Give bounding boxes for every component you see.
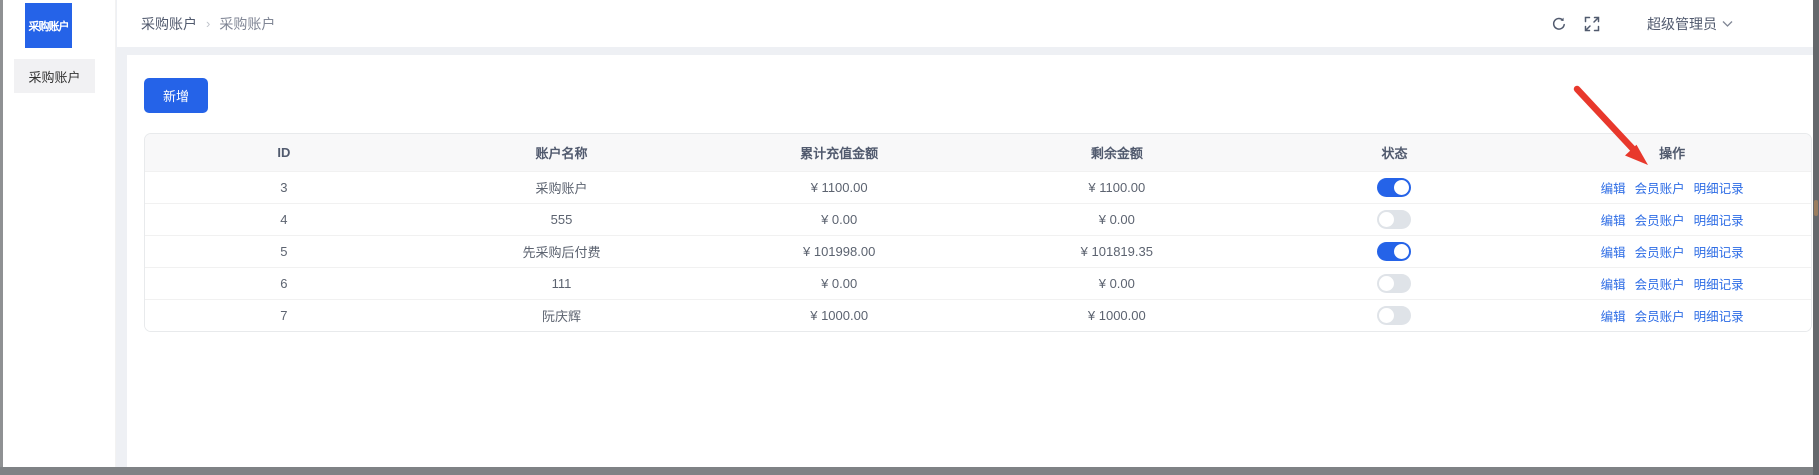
breadcrumb: 采购账户 › 采购账户 (141, 14, 275, 34)
column-header-2: 账户名称 (423, 143, 701, 162)
cell-actions: 编辑会员账户明细记录 (1533, 306, 1811, 325)
cell-status (1256, 242, 1534, 261)
cell-recharge-amount: ¥ 101998.00 (700, 244, 978, 259)
sidebar-item-label: 采购账户 (28, 67, 80, 86)
table-row: 6111¥ 0.00¥ 0.00编辑会员账户明细记录 (145, 267, 1811, 299)
cell-balance-amount: ¥ 0.00 (978, 212, 1256, 227)
app-logo: 采购账户 (25, 3, 72, 48)
cell-balance-amount: ¥ 1100.00 (978, 180, 1256, 195)
member-account-link[interactable]: 会员账户 (1635, 242, 1685, 261)
edit-link[interactable]: 编辑 (1601, 274, 1626, 293)
table-header-row: ID账户名称累计充值金额剩余金额状态操作 (145, 134, 1811, 171)
column-header-1: ID (145, 145, 423, 160)
cell-account-name: 阮庆辉 (423, 306, 701, 325)
app-window: 采购账户 采购账户 采购账户 › 采购账户 超级管理员 (3, 0, 1813, 467)
column-header-6: 操作 (1533, 143, 1811, 162)
cell-status (1256, 178, 1534, 197)
cell-status (1256, 274, 1534, 293)
window-scrollbar[interactable] (1813, 0, 1819, 475)
table-row: 4555¥ 0.00¥ 0.00编辑会员账户明细记录 (145, 203, 1811, 235)
toggle-knob (1394, 244, 1409, 259)
cell-balance-amount: ¥ 101819.35 (978, 244, 1256, 259)
topbar: 采购账户 › 采购账户 超级管理员 (117, 0, 1813, 47)
detail-records-link[interactable]: 明细记录 (1694, 210, 1744, 229)
status-toggle[interactable] (1377, 242, 1411, 261)
main-content: 新增 ID账户名称累计充值金额剩余金额状态操作 3采购账户¥ 1100.00¥ … (127, 55, 1813, 467)
edit-link[interactable]: 编辑 (1601, 210, 1626, 229)
user-menu[interactable]: 超级管理员 (1616, 11, 1733, 37)
accounts-table: ID账户名称累计充值金额剩余金额状态操作 3采购账户¥ 1100.00¥ 110… (144, 133, 1812, 332)
table-row: 7阮庆辉¥ 1000.00¥ 1000.00编辑会员账户明细记录 (145, 299, 1811, 331)
cell-balance-amount: ¥ 1000.00 (978, 308, 1256, 323)
cell-recharge-amount: ¥ 1000.00 (700, 308, 978, 323)
status-toggle[interactable] (1377, 274, 1411, 293)
cell-account-name: 先采购后付费 (423, 242, 701, 261)
cell-actions: 编辑会员账户明细记录 (1533, 242, 1811, 261)
window-frame-bottom (0, 467, 1813, 475)
cell-recharge-amount: ¥ 1100.00 (700, 180, 978, 195)
detail-records-link[interactable]: 明细记录 (1694, 306, 1744, 325)
column-header-5: 状态 (1256, 143, 1534, 162)
cell-status (1256, 306, 1534, 325)
user-name: 超级管理员 (1647, 14, 1717, 34)
window-frame-left (0, 0, 3, 467)
table-row: 3采购账户¥ 1100.00¥ 1100.00编辑会员账户明细记录 (145, 171, 1811, 203)
avatar[interactable] (1616, 11, 1642, 37)
toggle-knob (1379, 276, 1394, 291)
topbar-right: 超级管理员 (1550, 11, 1733, 37)
column-header-3: 累计充值金额 (700, 143, 978, 162)
breadcrumb-separator-icon: › (206, 16, 210, 31)
edit-link[interactable]: 编辑 (1601, 306, 1626, 325)
fullscreen-icon[interactable] (1583, 15, 1601, 33)
cell-balance-amount: ¥ 0.00 (978, 276, 1256, 291)
cell-recharge-amount: ¥ 0.00 (700, 212, 978, 227)
breadcrumb-item-2: 采购账户 (219, 14, 275, 34)
refresh-icon[interactable] (1550, 15, 1568, 33)
cell-actions: 编辑会员账户明细记录 (1533, 178, 1811, 197)
cell-status (1256, 210, 1534, 229)
sidebar: 采购账户 采购账户 (3, 0, 116, 467)
table-body: 3采购账户¥ 1100.00¥ 1100.00编辑会员账户明细记录4555¥ 0… (145, 171, 1811, 331)
cell-id: 3 (145, 180, 423, 195)
cell-id: 6 (145, 276, 423, 291)
cell-id: 7 (145, 308, 423, 323)
column-header-4: 剩余金额 (978, 143, 1256, 162)
cell-account-name: 采购账户 (423, 178, 701, 197)
cell-id: 4 (145, 212, 423, 227)
cell-account-name: 111 (423, 276, 701, 291)
cell-actions: 编辑会员账户明细记录 (1533, 274, 1811, 293)
detail-records-link[interactable]: 明细记录 (1694, 242, 1744, 261)
member-account-link[interactable]: 会员账户 (1635, 210, 1685, 229)
cell-id: 5 (145, 244, 423, 259)
toggle-knob (1379, 212, 1394, 227)
status-toggle[interactable] (1377, 306, 1411, 325)
member-account-link[interactable]: 会员账户 (1635, 178, 1685, 197)
chevron-down-icon (1722, 20, 1733, 28)
detail-records-link[interactable]: 明细记录 (1694, 274, 1744, 293)
toggle-knob (1394, 180, 1409, 195)
edit-link[interactable]: 编辑 (1601, 178, 1626, 197)
member-account-link[interactable]: 会员账户 (1635, 306, 1685, 325)
cell-recharge-amount: ¥ 0.00 (700, 276, 978, 291)
scrollbar-thumb[interactable] (1814, 200, 1818, 216)
toggle-knob (1379, 308, 1394, 323)
status-toggle[interactable] (1377, 178, 1411, 197)
member-account-link[interactable]: 会员账户 (1635, 274, 1685, 293)
sidebar-item-purchase-account[interactable]: 采购账户 (14, 59, 95, 93)
table-row: 5先采购后付费¥ 101998.00¥ 101819.35 编辑会员账户明细记录 (145, 235, 1811, 267)
app-logo-text: 采购账户 (29, 18, 69, 34)
status-toggle[interactable] (1377, 210, 1411, 229)
detail-records-link[interactable]: 明细记录 (1694, 178, 1744, 197)
edit-link[interactable]: 编辑 (1601, 242, 1626, 261)
cell-account-name: 555 (423, 212, 701, 227)
breadcrumb-item-1[interactable]: 采购账户 (141, 14, 197, 34)
cell-actions: 编辑会员账户明细记录 (1533, 210, 1811, 229)
add-button[interactable]: 新增 (144, 78, 208, 113)
